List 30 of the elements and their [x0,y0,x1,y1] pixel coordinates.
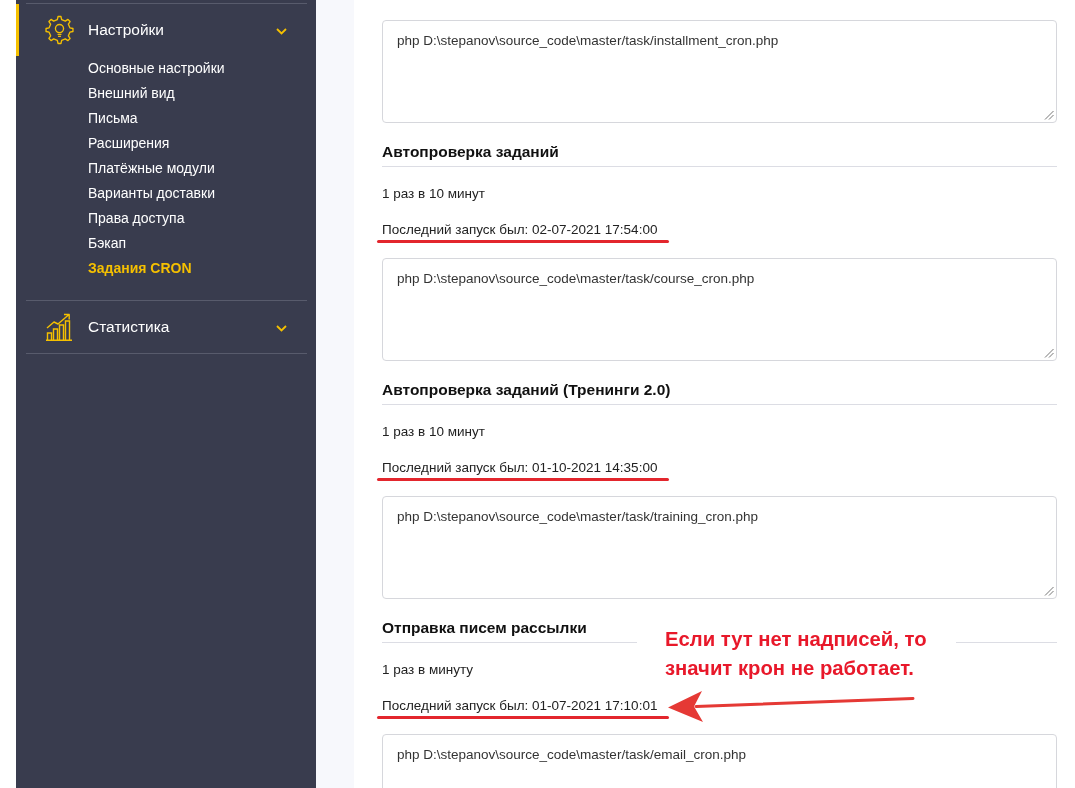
sidebar-subitem[interactable]: Письма [88,106,138,131]
sidebar-subitem[interactable]: Права доступа [88,206,185,231]
command-field[interactable]: php D:\stepanov\source_code\master/task/course_cron.php [382,258,1057,361]
section-heading: Автопроверка заданий [382,142,1057,167]
last-run-text: Последний запуск был: 02-07-2021 17:54:00 [382,221,658,239]
sidebar-subitem[interactable]: Бэкап [88,231,127,256]
last-run-text: Последний запуск был: 01-10-2021 14:35:00 [382,459,658,477]
resize-grip-icon [1044,348,1054,358]
sidebar-subitem[interactable]: Варианты доставки [88,181,215,206]
bar-chart-icon [46,313,72,341]
section-heading: Автопроверка заданий (Тренинги 2.0) [382,380,1057,405]
command-field[interactable]: php D:\stepanov\source_code\master/task/training_cron.php [382,496,1057,599]
schedule-text: 1 раз в минуту [382,661,474,679]
sidebar-subitem[interactable]: Основные настройки [88,56,225,81]
schedule-text: 1 раз в 10 минут [382,423,485,441]
chevron-down-icon [276,325,287,332]
command-field[interactable]: php D:\stepanov\source_code\master/task/email_cron.php [382,734,1057,788]
sidebar-subitem[interactable]: Платёжные модули [88,156,215,181]
resize-grip-icon [1044,586,1054,596]
sidebar-subitem[interactable]: Расширения [88,131,170,156]
resize-grip-icon [1044,110,1054,120]
settings-icon [45,15,74,45]
sidebar-subitem[interactable]: Внешний вид [88,81,175,106]
sidebar-subitem[interactable]: Задания CRON [88,256,192,281]
chevron-down-icon [276,28,287,35]
sidebar-item[interactable]: Статистика [16,301,316,353]
schedule-text: 1 раз в 10 минут [382,185,485,203]
last-run-text: Последний запуск был: 01-07-2021 17:10:01 [382,697,658,715]
arrow-icon [666,689,916,723]
command-field[interactable]: php D:\stepanov\source_code\master/task/installment_cron.php [382,20,1057,123]
